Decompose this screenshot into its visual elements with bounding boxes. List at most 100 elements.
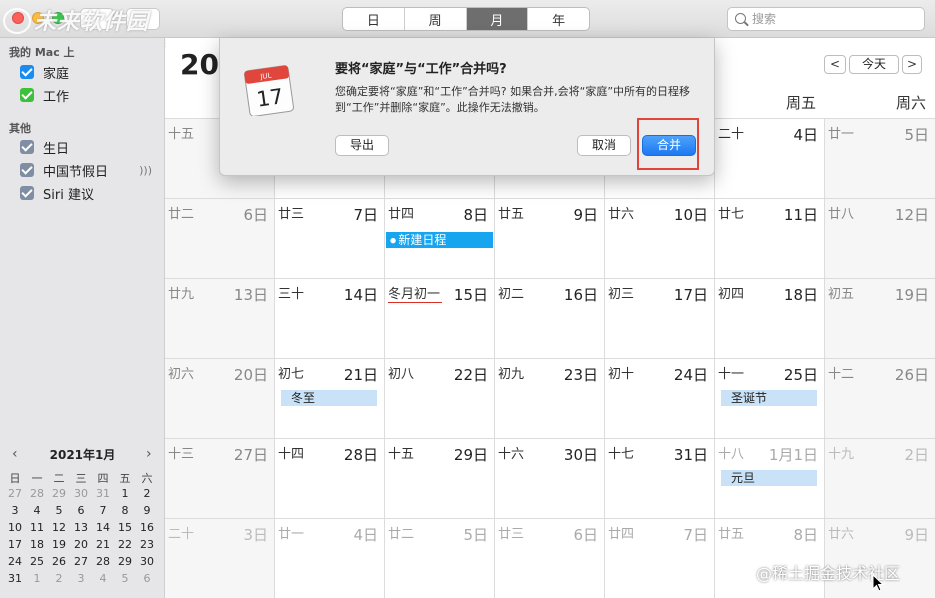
day-cell[interactable]: 初三 17日: [605, 278, 715, 358]
mini-day[interactable]: 24: [4, 555, 26, 572]
day-cell[interactable]: 廿五 8日: [715, 518, 825, 598]
mini-day[interactable]: 10: [4, 521, 26, 538]
mini-day[interactable]: 26: [48, 555, 70, 572]
day-cell[interactable]: 十二 26日: [825, 358, 935, 438]
calendar-checkbox[interactable]: [20, 65, 34, 79]
day-cell[interactable]: 廿四 7日: [605, 518, 715, 598]
calendar-checkbox[interactable]: [20, 140, 34, 154]
mini-day[interactable]: 25: [26, 555, 48, 572]
day-cell[interactable]: 初七 21日 冬至: [275, 358, 385, 438]
calendar-event[interactable]: 冬至: [281, 390, 377, 406]
view-tab-2[interactable]: 月: [466, 8, 529, 30]
calendar-event[interactable]: ● 新建日程: [386, 232, 493, 248]
zoom-window-button[interactable]: [52, 12, 64, 24]
day-cell[interactable]: 廿六 10日: [605, 198, 715, 278]
day-cell[interactable]: 廿一 4日: [275, 518, 385, 598]
day-cell[interactable]: 初六 20日: [165, 358, 275, 438]
day-cell[interactable]: 十九 2日: [825, 438, 935, 518]
search-input[interactable]: [752, 10, 917, 28]
mini-day[interactable]: 4: [92, 572, 114, 589]
mini-day[interactable]: 8: [114, 504, 136, 521]
day-cell[interactable]: 十一 25日 圣诞节: [715, 358, 825, 438]
mini-day[interactable]: 14: [92, 521, 114, 538]
mini-next-month-button[interactable]: ›: [146, 446, 152, 462]
day-cell[interactable]: 廿二 5日: [385, 518, 495, 598]
mini-day[interactable]: 6: [70, 504, 92, 521]
day-cell[interactable]: 十三 27日: [165, 438, 275, 518]
mini-day[interactable]: 28: [92, 555, 114, 572]
view-tab-1[interactable]: 周: [405, 8, 467, 30]
mini-day[interactable]: 11: [26, 521, 48, 538]
day-cell[interactable]: 廿三 6日: [495, 518, 605, 598]
calendars-toggle-button[interactable]: [80, 8, 114, 30]
calendar-checkbox[interactable]: [20, 163, 34, 177]
day-cell[interactable]: 十七 31日: [605, 438, 715, 518]
day-cell[interactable]: 二十 4日: [715, 118, 825, 198]
day-cell[interactable]: 十六 30日: [495, 438, 605, 518]
calendar-event[interactable]: 圣诞节: [721, 390, 817, 406]
day-cell[interactable]: 冬月初一 15日: [385, 278, 495, 358]
sidebar-calendar-item[interactable]: 生日: [20, 137, 160, 157]
sidebar-calendar-item[interactable]: 家庭: [20, 62, 160, 82]
day-cell[interactable]: 廿七 11日: [715, 198, 825, 278]
day-cell[interactable]: 廿二 6日: [165, 198, 275, 278]
mini-day[interactable]: 2: [48, 572, 70, 589]
mini-day[interactable]: 31: [92, 487, 114, 504]
mini-day[interactable]: 7: [92, 504, 114, 521]
mini-day[interactable]: 30: [136, 555, 158, 572]
add-event-button[interactable]: [126, 8, 160, 30]
calendar-checkbox[interactable]: [20, 88, 34, 102]
day-cell[interactable]: 二十 3日: [165, 518, 275, 598]
mini-day[interactable]: 17: [4, 538, 26, 555]
mini-day[interactable]: 12: [48, 521, 70, 538]
mini-day[interactable]: 3: [70, 572, 92, 589]
cancel-button[interactable]: 取消: [577, 135, 631, 156]
day-cell[interactable]: 初八 22日: [385, 358, 495, 438]
view-tab-3[interactable]: 年: [528, 8, 589, 30]
day-cell[interactable]: 三十 14日: [275, 278, 385, 358]
mini-day[interactable]: 27: [70, 555, 92, 572]
mini-day[interactable]: 19: [48, 538, 70, 555]
calendar-checkbox[interactable]: [20, 186, 34, 200]
export-button[interactable]: 导出: [335, 135, 389, 156]
calendar-event[interactable]: 元旦: [721, 470, 817, 486]
mini-day[interactable]: 20: [70, 538, 92, 555]
next-month-button[interactable]: >: [902, 55, 922, 74]
mini-day[interactable]: 3: [4, 504, 26, 521]
mini-day[interactable]: 28: [26, 487, 48, 504]
mini-day[interactable]: 1: [26, 572, 48, 589]
mini-day[interactable]: 29: [114, 555, 136, 572]
day-cell[interactable]: 廿四 8日 ● 新建日程: [385, 198, 495, 278]
mini-day[interactable]: 6: [136, 572, 158, 589]
mini-day[interactable]: 4: [26, 504, 48, 521]
mini-day[interactable]: 9: [136, 504, 158, 521]
day-cell[interactable]: 十五 29日: [385, 438, 495, 518]
today-button[interactable]: 今天: [849, 55, 899, 74]
day-cell[interactable]: 廿一 5日: [825, 118, 935, 198]
day-cell[interactable]: 十八 1月1日 元旦: [715, 438, 825, 518]
mini-day[interactable]: 23: [136, 538, 158, 555]
day-cell[interactable]: 初十 24日: [605, 358, 715, 438]
mini-day[interactable]: 29: [48, 487, 70, 504]
mini-day[interactable]: 27: [4, 487, 26, 504]
mini-day[interactable]: 18: [26, 538, 48, 555]
mini-day[interactable]: 16: [136, 521, 158, 538]
sidebar-calendar-item[interactable]: Siri 建议: [20, 183, 160, 203]
mini-day[interactable]: 2: [136, 487, 158, 504]
mini-day[interactable]: 13: [70, 521, 92, 538]
mini-day[interactable]: 15: [114, 521, 136, 538]
minimize-window-button[interactable]: [32, 12, 44, 24]
search-box[interactable]: [727, 7, 925, 31]
mini-day[interactable]: 30: [70, 487, 92, 504]
mini-day[interactable]: 5: [48, 504, 70, 521]
mini-day[interactable]: 1: [114, 487, 136, 504]
view-tab-0[interactable]: 日: [343, 8, 405, 30]
day-cell[interactable]: 初二 16日: [495, 278, 605, 358]
day-cell[interactable]: 初九 23日: [495, 358, 605, 438]
mini-day[interactable]: 5: [114, 572, 136, 589]
sidebar-calendar-item[interactable]: 工作: [20, 85, 160, 105]
previous-month-button[interactable]: <: [824, 55, 846, 74]
day-cell[interactable]: 初五 19日: [825, 278, 935, 358]
day-cell[interactable]: 十四 28日: [275, 438, 385, 518]
day-cell[interactable]: 廿五 9日: [495, 198, 605, 278]
